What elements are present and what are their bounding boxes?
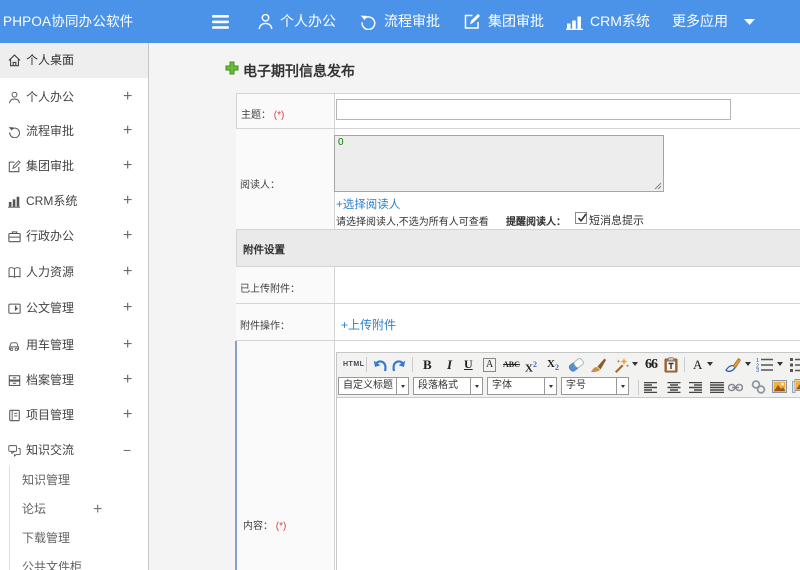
svg-text:3: 3 <box>756 368 759 372</box>
